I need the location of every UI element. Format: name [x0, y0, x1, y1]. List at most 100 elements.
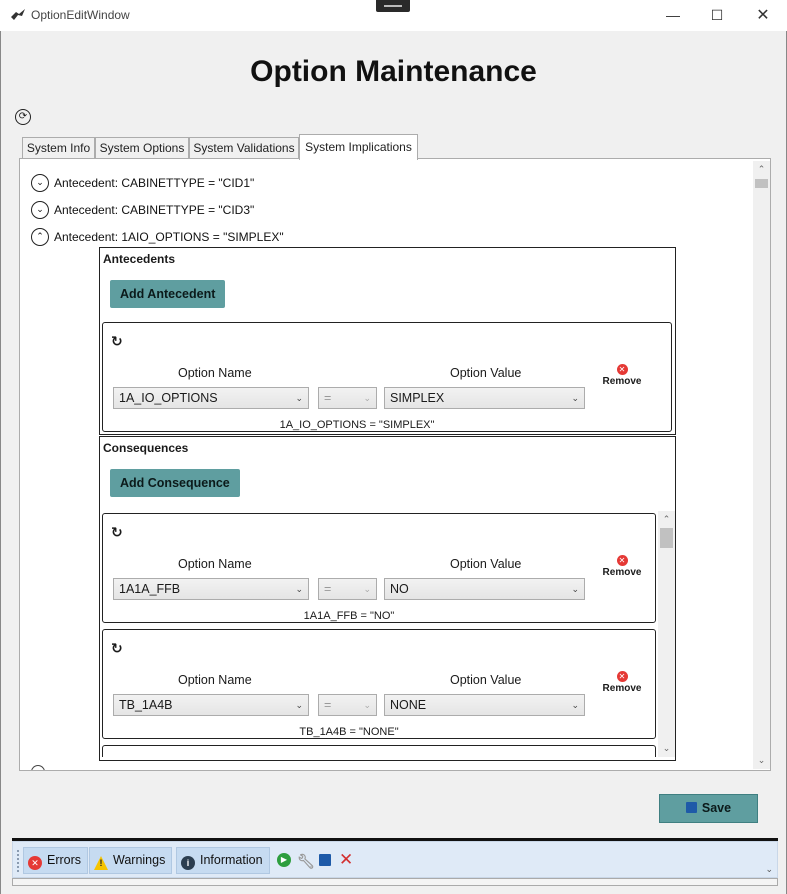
add-antecedent-button[interactable]: Add Antecedent: [110, 280, 226, 308]
status-bar: ✕ Errors ! Warnings i Information ▶ 🔧︎ ✕ ⌄: [12, 841, 778, 878]
drag-grip[interactable]: [376, 0, 410, 12]
add-consequence-button[interactable]: Add Consequence: [110, 469, 240, 497]
operator-select: = ⌄: [318, 694, 377, 716]
tab-system-info[interactable]: System Info: [22, 137, 95, 159]
remove-label: Remove: [602, 683, 642, 694]
errors-button[interactable]: ✕ Errors: [23, 847, 89, 874]
wrench-icon[interactable]: 🔧︎: [297, 853, 315, 870]
chevron-down-icon[interactable]: ⌄: [31, 201, 49, 219]
option-value-label: Option Value: [450, 557, 522, 571]
save-button[interactable]: Save: [659, 794, 758, 823]
dropdown-arrow-icon: ⌄: [295, 584, 303, 594]
consequences-scrollbar[interactable]: ⌃ ⌄: [658, 511, 675, 757]
reload-icon[interactable]: ↻: [111, 640, 123, 657]
antecedents-title: Antecedents: [103, 252, 176, 266]
page-title: Option Maintenance: [250, 55, 537, 88]
expression-text: 1A1A_FFB = "NO": [303, 610, 395, 622]
implications-panel: ⌄ Antecedent: CABINETTYPE = "CID1" ⌄ Ant…: [19, 158, 771, 771]
dropdown-arrow-icon: ⌄: [363, 584, 371, 594]
remove-icon: ✕: [616, 555, 628, 566]
option-name-select[interactable]: 1A1A_FFB ⌄: [113, 578, 309, 600]
implication-row[interactable]: ⌄ Antecedent: CABINETTYPE = "CID3": [31, 200, 254, 220]
dropdown-arrow-icon: ⌄: [295, 393, 303, 403]
option-name-value: 1A1A_FFB: [119, 582, 181, 596]
antecedent-card: ↻ Option Name Option Value 1A_IO_OPTIONS…: [102, 322, 672, 432]
overflow-icon[interactable]: ⌄: [765, 864, 773, 875]
maximize-button[interactable]: ☐: [694, 0, 740, 31]
save-label: Save: [701, 801, 732, 815]
option-value-select[interactable]: NONE ⌄: [384, 694, 585, 716]
operator-value: =: [324, 698, 332, 712]
expression-text: TB_1A4B = "NONE": [299, 726, 399, 738]
minimize-button[interactable]: —: [650, 0, 696, 31]
consequence-card: [102, 745, 656, 757]
consequences-section: Consequences Add Consequence ↻ Option Na…: [99, 436, 676, 761]
option-value-label: Option Value: [450, 673, 522, 687]
warnings-label: Warnings: [113, 853, 166, 867]
consequence-card: ↻ Option Name Option Value TB_1A4B ⌄ = ⌄ N…: [102, 629, 656, 739]
panel-scrollbar[interactable]: ⌃ ⌄: [753, 161, 770, 769]
option-name-select[interactable]: 1A_IO_OPTIONS ⌄: [113, 387, 309, 409]
option-name-label: Option Name: [178, 673, 252, 687]
reload-icon[interactable]: ↻: [111, 333, 123, 350]
antecedents-section: Antecedents Add Antecedent ↻ Option Name…: [99, 247, 676, 435]
reload-icon[interactable]: ↻: [111, 524, 123, 541]
tab-system-options[interactable]: System Options: [95, 137, 189, 159]
option-value-value: SIMPLEX: [390, 391, 445, 405]
implication-row[interactable]: ⌄ Antecedent: CABINETTYPE = "CID1": [31, 173, 254, 193]
remove-label: Remove: [602, 376, 642, 387]
scroll-up-icon[interactable]: ⌃: [658, 511, 675, 528]
dropdown-arrow-icon: ⌄: [571, 393, 579, 403]
remove-button[interactable]: ✕ Remove: [601, 671, 643, 694]
errors-label: Errors: [47, 853, 82, 867]
app-icon: [11, 9, 25, 20]
option-value-select[interactable]: NO ⌄: [384, 578, 585, 600]
consequences-title: Consequences: [103, 441, 189, 455]
scroll-thumb[interactable]: [660, 528, 673, 548]
partial-chevron-icon: [31, 765, 45, 770]
tab-system-implications[interactable]: System Implications: [299, 134, 418, 160]
option-value-value: NONE: [390, 698, 427, 712]
close-button[interactable]: ✕: [740, 0, 786, 31]
operator-select: = ⌄: [318, 387, 377, 409]
warnings-button[interactable]: ! Warnings: [89, 847, 173, 874]
operator-value: =: [324, 391, 332, 405]
tab-system-validations[interactable]: System Validations: [189, 137, 299, 159]
option-name-value: 1A_IO_OPTIONS: [119, 391, 218, 405]
remove-icon: ✕: [616, 671, 628, 682]
option-value-value: NO: [390, 582, 409, 596]
option-name-value: TB_1A4B: [119, 698, 173, 712]
delete-icon[interactable]: ✕: [339, 850, 353, 870]
option-name-label: Option Name: [178, 557, 252, 571]
option-name-select[interactable]: TB_1A4B ⌄: [113, 694, 309, 716]
information-button[interactable]: i Information: [176, 847, 270, 874]
operator-select: = ⌄: [318, 578, 377, 600]
expression-text: 1A_IO_OPTIONS = "SIMPLEX": [279, 419, 435, 431]
chevron-up-icon[interactable]: ⌃: [31, 228, 49, 246]
floppy-disk-icon: [685, 802, 697, 813]
remove-button[interactable]: ✕ Remove: [601, 364, 643, 387]
warning-icon: !: [94, 856, 108, 870]
dropdown-arrow-icon: ⌄: [571, 700, 579, 710]
scroll-down-icon[interactable]: ⌄: [753, 752, 770, 769]
dropdown-arrow-icon: ⌄: [363, 393, 371, 403]
implication-row[interactable]: ⌃ Antecedent: 1AIO_OPTIONS = "SIMPLEX": [31, 227, 284, 247]
scroll-thumb[interactable]: [755, 179, 768, 188]
sync-icon[interactable]: ⟳: [15, 109, 31, 125]
toolbar-grip[interactable]: [17, 850, 20, 872]
option-value-select[interactable]: SIMPLEX ⌄: [384, 387, 585, 409]
scroll-up-icon[interactable]: ⌃: [753, 161, 770, 178]
implication-label: Antecedent: CABINETTYPE = "CID3": [54, 203, 255, 217]
chevron-down-icon[interactable]: ⌄: [31, 174, 49, 192]
scroll-down-icon[interactable]: ⌄: [658, 740, 675, 757]
remove-button[interactable]: ✕ Remove: [601, 555, 643, 578]
dropdown-arrow-icon: ⌄: [363, 700, 371, 710]
implication-label: Antecedent: CABINETTYPE = "CID1": [54, 176, 255, 190]
remove-label: Remove: [602, 567, 642, 578]
information-label: Information: [200, 853, 263, 867]
horizontal-scrollbar[interactable]: [12, 878, 778, 886]
save-icon[interactable]: [319, 854, 331, 866]
implication-label: Antecedent: 1AIO_OPTIONS = "SIMPLEX": [54, 230, 284, 244]
run-icon[interactable]: ▶: [277, 853, 291, 867]
option-value-label: Option Value: [450, 366, 522, 380]
